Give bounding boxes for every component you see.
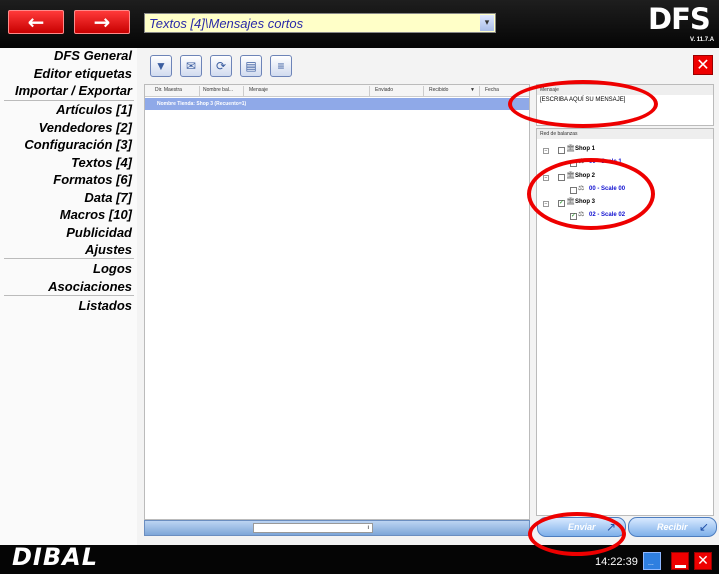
filter-icon: ▼ bbox=[155, 59, 167, 73]
nav-articulos[interactable]: Artículos [1] bbox=[56, 102, 132, 117]
minimize-icon bbox=[675, 565, 686, 568]
highlight-circle bbox=[508, 80, 658, 128]
messages-grid[interactable]: Dir. Maestra Nombre bal... Mensaje Envia… bbox=[144, 84, 530, 520]
nav-divider bbox=[4, 295, 134, 296]
minimize-button[interactable] bbox=[671, 552, 689, 570]
envelope-icon: ✉ bbox=[185, 59, 197, 73]
scale-network-title: Red de balanzas bbox=[537, 129, 713, 139]
filter-button[interactable]: ▼ bbox=[150, 55, 172, 77]
nav-macros[interactable]: Macros [10] bbox=[60, 207, 132, 222]
close-icon: ✕ bbox=[696, 55, 710, 74]
nav-logos[interactable]: Logos bbox=[93, 261, 132, 276]
col-mensaje[interactable]: Mensaje bbox=[249, 87, 268, 93]
nav-formatos[interactable]: Formatos [6] bbox=[53, 172, 132, 187]
sidebar: DFS General Editor etiquetas Importar / … bbox=[0, 48, 137, 545]
col-nombre-balanza[interactable]: Nombre bal... bbox=[203, 87, 233, 93]
highlight-circle bbox=[527, 158, 655, 230]
nav-textos[interactable]: Textos [4] bbox=[71, 155, 132, 170]
exit-button[interactable]: ✕ bbox=[694, 552, 712, 570]
nav-ajustes[interactable]: Ajustes bbox=[85, 242, 132, 257]
col-recibido[interactable]: Recibido bbox=[429, 87, 448, 93]
nav-editor-etiquetas[interactable]: Editor etiquetas bbox=[34, 66, 132, 81]
group-row-label: Nombre Tienda: Shop 3 (Recuento=1) bbox=[157, 101, 247, 107]
nav-configuracion[interactable]: Configuración [3] bbox=[24, 137, 132, 152]
highlight-circle bbox=[528, 512, 626, 556]
section-path-value: Textos [4]\Mensajes cortos bbox=[149, 16, 304, 31]
grid-horizontal-scrollbar[interactable]: ı bbox=[144, 520, 530, 536]
arrow-right-icon: → bbox=[93, 10, 111, 34]
nav-divider bbox=[4, 258, 134, 259]
keyboard-icon: ... bbox=[648, 560, 654, 567]
col-enviado[interactable]: Enviado bbox=[375, 87, 393, 93]
grid-header: Dir. Maestra Nombre bal... Mensaje Envia… bbox=[145, 85, 529, 97]
forward-arrow-button[interactable]: → bbox=[74, 10, 130, 34]
col-dir-maestra[interactable]: Dir. Maestra bbox=[155, 87, 182, 93]
nav-listados[interactable]: Listados bbox=[79, 298, 132, 313]
close-icon: ✕ bbox=[697, 553, 709, 569]
nav-publicidad[interactable]: Publicidad bbox=[66, 225, 132, 240]
tree-shop-1[interactable]: Shop 1 bbox=[575, 146, 595, 152]
arrow-left-icon: ← bbox=[27, 10, 45, 34]
document-button[interactable]: ▤ bbox=[240, 55, 262, 77]
keyboard-button[interactable]: ... bbox=[643, 552, 661, 570]
nav-data[interactable]: Data [7] bbox=[84, 190, 132, 205]
clock: 14:22:39 bbox=[595, 556, 638, 568]
nav-importar-exportar[interactable]: Importar / Exportar bbox=[15, 83, 132, 98]
collapse-icon[interactable]: − bbox=[543, 148, 549, 154]
version-label: V. 11.7.A bbox=[690, 37, 715, 43]
receive-button[interactable]: Recibir ↙ bbox=[628, 517, 717, 537]
store-icon: 🏛 bbox=[566, 144, 575, 152]
back-arrow-button[interactable]: ← bbox=[8, 10, 64, 34]
grid-toolbar: ▼ ✉ ⟳ ▤ ≡ bbox=[144, 52, 530, 82]
section-path-combobox[interactable]: Textos [4]\Mensajes cortos ▾ bbox=[144, 13, 496, 33]
message-button[interactable]: ✉ bbox=[180, 55, 202, 77]
group-row[interactable]: Nombre Tienda: Shop 3 (Recuento=1) bbox=[145, 98, 529, 110]
sort-down-icon: ▼ bbox=[470, 87, 475, 93]
chevron-down-icon[interactable]: ▾ bbox=[480, 15, 494, 31]
nav-divider bbox=[4, 100, 134, 101]
receive-arrow-icon: ↙ bbox=[699, 520, 710, 534]
scrollbar-thumb[interactable]: ı bbox=[253, 523, 373, 533]
nav-dfs-general[interactable]: DFS General bbox=[54, 48, 132, 63]
nav-vendedores[interactable]: Vendedores [2] bbox=[39, 120, 132, 135]
nav-asociaciones[interactable]: Asociaciones bbox=[48, 279, 132, 294]
document-icon: ▤ bbox=[245, 59, 257, 73]
dfs-logo: DFS bbox=[648, 2, 711, 36]
receive-label: Recibir bbox=[657, 522, 688, 532]
col-fecha[interactable]: Fecha bbox=[485, 87, 499, 93]
shop-1-checkbox[interactable] bbox=[558, 147, 565, 154]
refresh-icon: ⟳ bbox=[215, 59, 227, 73]
refresh-button[interactable]: ⟳ bbox=[210, 55, 232, 77]
close-panel-button[interactable]: ✕ bbox=[693, 55, 713, 75]
list-button[interactable]: ≡ bbox=[270, 55, 292, 77]
list-icon: ≡ bbox=[277, 59, 285, 73]
dibal-logo: DIBAL bbox=[12, 543, 99, 571]
